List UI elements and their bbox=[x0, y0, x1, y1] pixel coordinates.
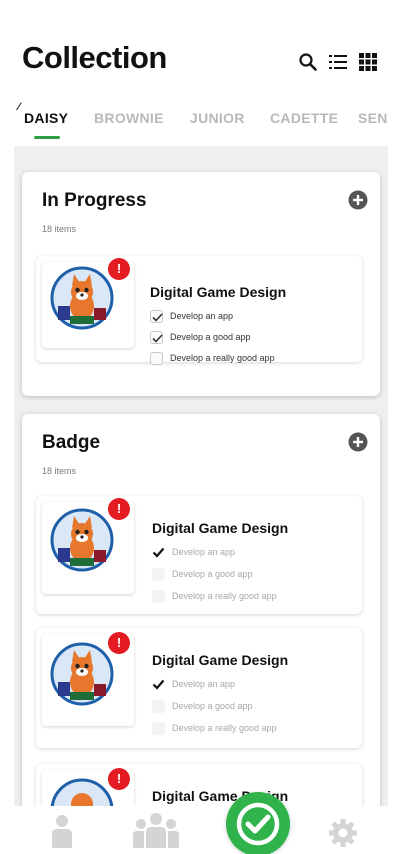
requirement-row[interactable]: Develop an app bbox=[150, 308, 233, 324]
bottom-navigation bbox=[0, 806, 394, 854]
requirement-row[interactable]: Develop an app bbox=[152, 676, 235, 692]
tab-cadette[interactable]: CADETTE bbox=[270, 110, 338, 126]
checkbox[interactable] bbox=[152, 589, 165, 603]
section-title: In Progress bbox=[42, 190, 147, 211]
checkbox[interactable] bbox=[152, 546, 165, 559]
checkmark-icon bbox=[152, 679, 165, 690]
requirement-row[interactable]: Develop a good app bbox=[152, 566, 253, 582]
checkbox[interactable] bbox=[152, 699, 165, 713]
checkmark-icon bbox=[152, 333, 163, 343]
requirement-label: Develop a really good app bbox=[172, 591, 277, 601]
requirement-label: Develop a good app bbox=[170, 332, 251, 342]
tab-junior[interactable]: JUNIOR bbox=[190, 110, 245, 126]
profile-icon[interactable] bbox=[50, 814, 74, 848]
item-title: Digital Game Design bbox=[150, 284, 287, 300]
section-title: Badge bbox=[42, 432, 101, 453]
section-count: 18 items bbox=[42, 224, 77, 234]
collection-check-button[interactable] bbox=[226, 792, 290, 854]
checkbox[interactable] bbox=[150, 351, 163, 365]
checkbox[interactable] bbox=[152, 678, 165, 691]
tab-brownie[interactable]: BROWNIE bbox=[94, 110, 164, 126]
requirement-label: Develop an app bbox=[172, 547, 236, 557]
requirement-label: Develop an app bbox=[170, 311, 234, 321]
in-progress-card: In Progress 18 items ! Digital Game Desi… bbox=[22, 172, 380, 396]
alert-badge: ! bbox=[108, 498, 130, 520]
checkbox[interactable] bbox=[152, 567, 165, 581]
add-icon[interactable] bbox=[348, 432, 368, 452]
level-tabs: DAISY BROWNIE JUNIOR CADETTE SEN bbox=[0, 100, 394, 142]
requirement-row[interactable]: Develop a really good app bbox=[152, 588, 277, 604]
header: Collection bbox=[22, 40, 378, 84]
header-actions bbox=[298, 52, 378, 72]
active-tab-indicator bbox=[34, 136, 60, 139]
fox-badge-icon bbox=[50, 778, 114, 806]
item-title: Digital Game Design bbox=[152, 520, 289, 536]
requirement-row[interactable]: Develop an app bbox=[152, 544, 235, 560]
alert-badge: ! bbox=[108, 258, 130, 280]
requirement-label: Develop an app bbox=[172, 679, 236, 689]
settings-icon[interactable] bbox=[328, 818, 358, 848]
fox-badge-icon bbox=[50, 508, 114, 572]
troop-icon[interactable] bbox=[132, 812, 180, 848]
requirement-label: Develop a good app bbox=[172, 569, 253, 579]
checkbox[interactable] bbox=[152, 721, 165, 735]
list-item[interactable]: ! Digital Game Design Develop an app Dev… bbox=[36, 628, 362, 748]
list-item[interactable]: ! Digital Game Design Develop an app Dev… bbox=[36, 256, 362, 365]
fox-badge-icon bbox=[50, 642, 114, 706]
list-view-icon[interactable] bbox=[328, 52, 348, 72]
list-item[interactable]: ! Digital Game Design bbox=[36, 764, 362, 806]
requirement-row[interactable]: Develop a really good app bbox=[152, 720, 277, 736]
checkmark-icon bbox=[152, 312, 163, 322]
add-icon[interactable] bbox=[348, 190, 368, 210]
page-title: Collection bbox=[22, 40, 167, 75]
requirement-label: Develop a really good app bbox=[170, 353, 275, 363]
list-item[interactable]: ! Digital Game Design Develop an app Dev… bbox=[36, 496, 362, 614]
badge-card: Badge 18 items ! Digital Game Design Dev… bbox=[22, 414, 380, 806]
check-icon bbox=[236, 802, 280, 846]
requirement-row[interactable]: Develop a good app bbox=[152, 698, 253, 714]
requirement-label: Develop a good app bbox=[172, 701, 253, 711]
alert-badge: ! bbox=[108, 632, 130, 654]
checkbox[interactable] bbox=[150, 330, 163, 344]
section-count: 18 items bbox=[42, 466, 77, 476]
fox-badge-icon bbox=[50, 266, 114, 330]
requirement-row[interactable]: Develop a good app bbox=[150, 329, 251, 345]
collection-content[interactable]: In Progress 18 items ! Digital Game Desi… bbox=[14, 146, 388, 806]
grid-view-icon[interactable] bbox=[358, 52, 378, 72]
tab-senior[interactable]: SEN bbox=[358, 110, 388, 126]
checkbox[interactable] bbox=[150, 309, 163, 323]
requirement-label: Develop a really good app bbox=[172, 723, 277, 733]
requirement-row[interactable]: Develop a really good app bbox=[150, 350, 275, 366]
checkmark-icon bbox=[152, 547, 165, 558]
item-title: Digital Game Design bbox=[152, 652, 289, 668]
alert-badge: ! bbox=[108, 768, 130, 790]
search-icon[interactable] bbox=[298, 52, 318, 72]
tab-daisy[interactable]: DAISY bbox=[24, 110, 68, 126]
